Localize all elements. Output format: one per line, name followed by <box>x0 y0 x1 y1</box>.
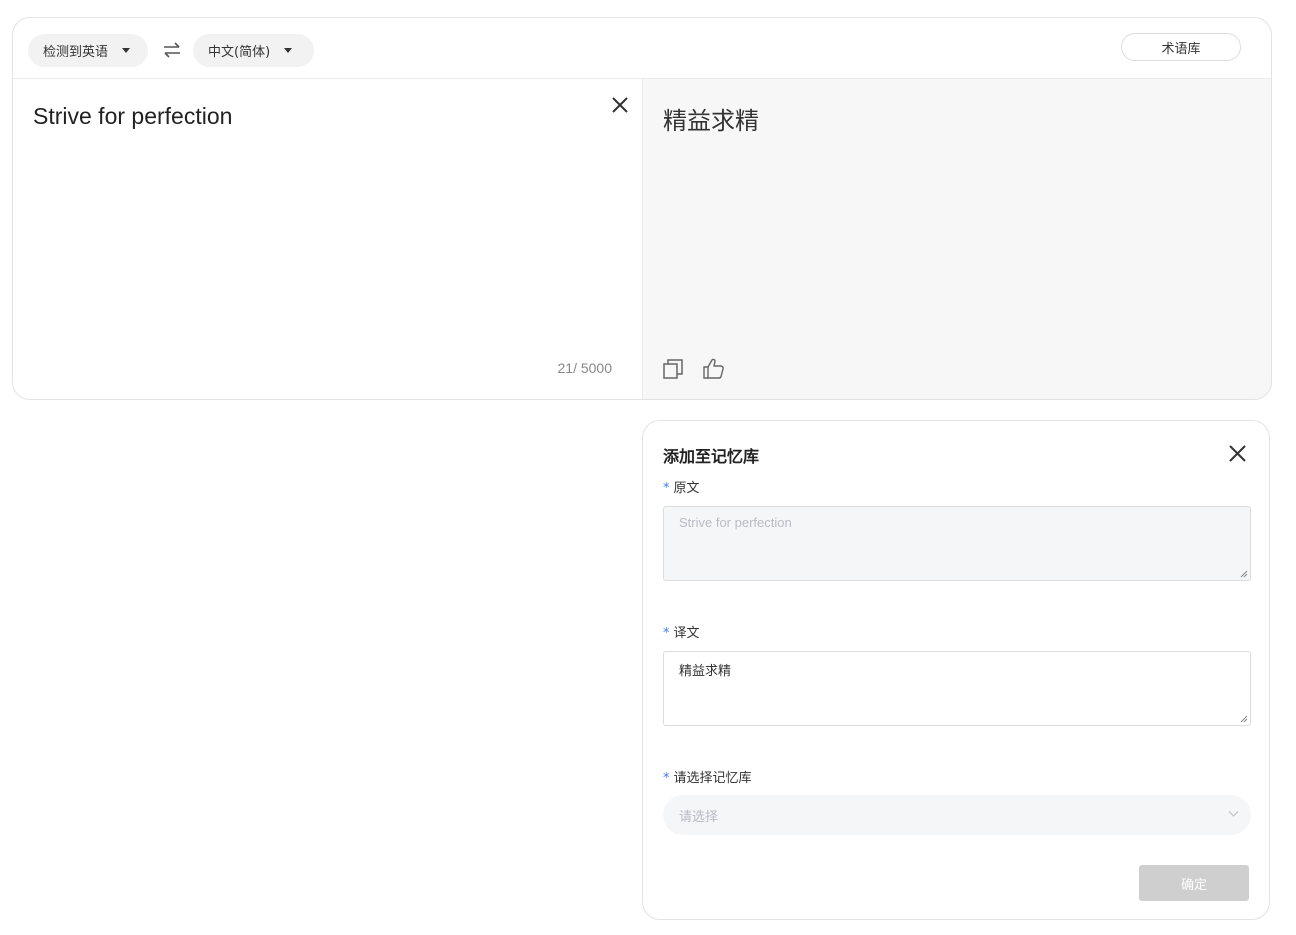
original-value: Strive for perfection <box>679 515 792 530</box>
library-label-text: 请选择记忆库 <box>673 771 752 786</box>
resize-grip-icon[interactable] <box>1240 570 1248 578</box>
add-to-memory-panel: 添加至记忆库 * 原文 Strive for perfection * 译文 精益求… <box>642 420 1270 920</box>
source-pane[interactable]: Strive for perfection 21/ 5000 <box>13 79 643 399</box>
required-mark: * <box>663 481 670 496</box>
translation-value: 精益求精 <box>679 664 732 679</box>
memory-library-select[interactable]: 请选择 <box>663 795 1251 835</box>
original-label: * 原文 <box>663 477 700 496</box>
confirm-button[interactable]: 确定 <box>1139 865 1249 901</box>
target-language-select[interactable]: 中文(简体) <box>193 34 314 67</box>
swap-icon[interactable] <box>163 42 181 58</box>
chevron-down-icon <box>1228 811 1239 817</box>
resize-grip-icon[interactable] <box>1240 715 1248 723</box>
caret-down-icon <box>284 48 293 53</box>
original-label-text: 原文 <box>673 481 700 496</box>
panel-title: 添加至记忆库 <box>663 447 760 466</box>
caret-down-icon <box>122 48 131 53</box>
copy-icon[interactable] <box>663 359 683 379</box>
target-language-label: 中文(简体) <box>208 45 271 60</box>
translation-label-text: 译文 <box>673 626 700 641</box>
translation-output: 精益求精 <box>663 107 759 135</box>
glossary-button[interactable]: 术语库 <box>1121 33 1241 61</box>
translator-card: 检测到英语 中文(简体) 术语库 Strive for perfection 2… <box>12 17 1272 400</box>
translation-textarea[interactable]: 精益求精 <box>663 651 1251 726</box>
character-counter: 21/ 5000 <box>557 360 613 376</box>
translation-label: * 译文 <box>663 622 700 641</box>
language-toolbar: 检测到英语 中文(简体) 术语库 <box>13 18 1271 79</box>
library-label: * 请选择记忆库 <box>663 767 752 786</box>
library-placeholder: 请选择 <box>679 809 719 825</box>
source-language-label: 检测到英语 <box>43 45 109 60</box>
required-mark: * <box>663 771 670 786</box>
target-pane: 精益求精 <box>643 79 1271 399</box>
thumbs-up-icon[interactable] <box>703 358 725 379</box>
required-mark: * <box>663 626 670 641</box>
close-icon[interactable] <box>611 96 629 114</box>
original-textarea: Strive for perfection <box>663 506 1251 581</box>
source-text-input[interactable]: Strive for perfection <box>33 103 232 130</box>
source-language-select[interactable]: 检测到英语 <box>28 34 148 67</box>
close-icon[interactable] <box>1229 445 1246 462</box>
